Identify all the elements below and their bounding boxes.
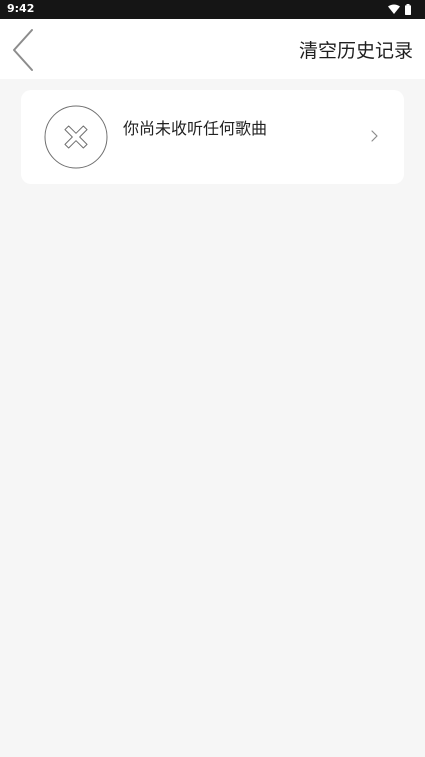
chevron-left-icon: [13, 29, 33, 71]
status-time: 9:42: [7, 2, 35, 15]
battery-icon: [405, 3, 411, 15]
status-icons: [388, 3, 411, 15]
empty-history-message: 你尚未收听任何歌曲: [123, 119, 268, 138]
clear-history-button[interactable]: 清空历史记录: [299, 39, 413, 63]
header: 清空历史记录: [0, 19, 425, 79]
close-circle-icon: [44, 105, 108, 169]
back-button[interactable]: [6, 27, 40, 73]
wifi-icon: [388, 4, 400, 14]
chevron-right-icon: [371, 130, 378, 142]
history-empty-item[interactable]: 你尚未收听任何歌曲: [21, 90, 404, 184]
status-bar: 9:42: [0, 0, 425, 19]
